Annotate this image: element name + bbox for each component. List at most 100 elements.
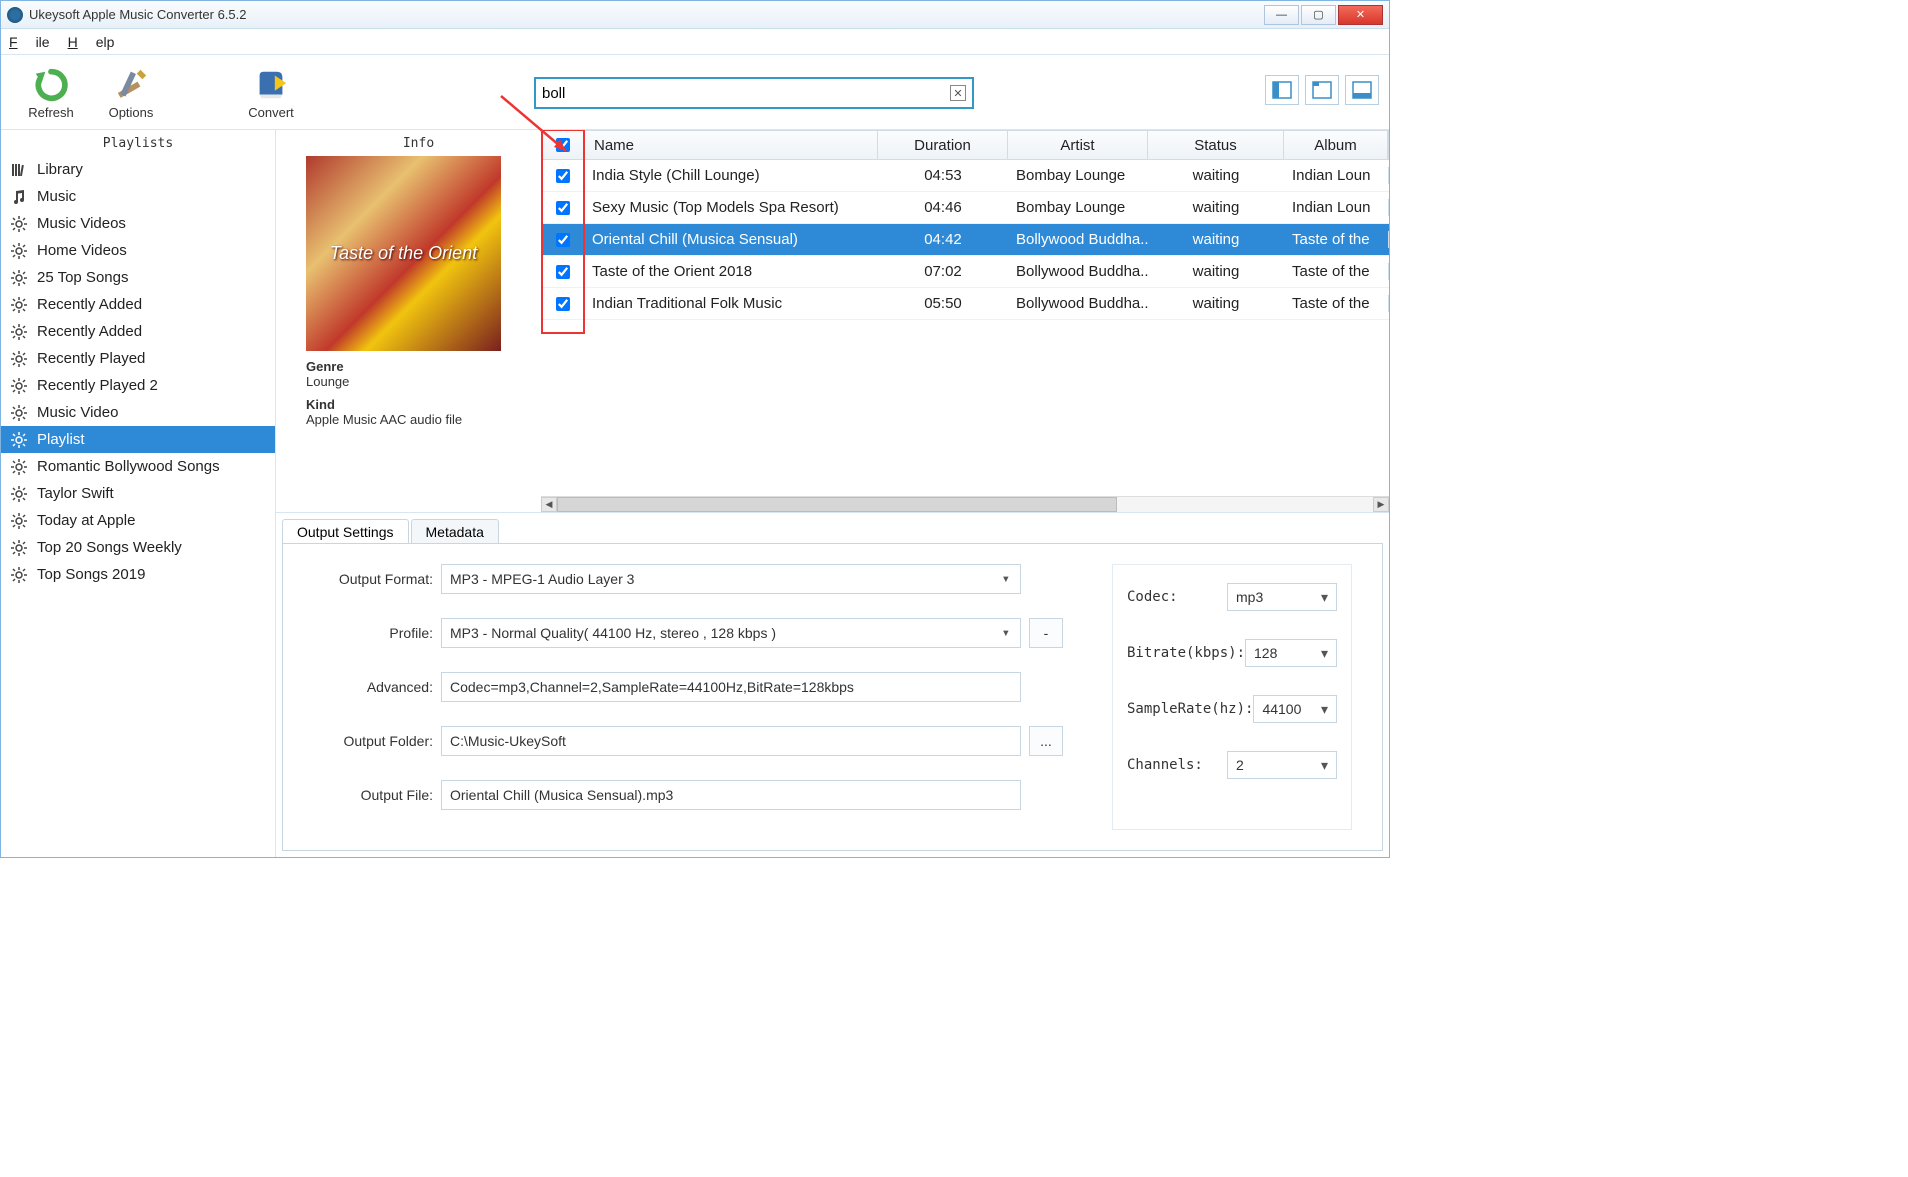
table-row[interactable]: Indian Traditional Folk Music05:50Bollyw…: [541, 288, 1389, 320]
gear-icon: [9, 349, 29, 369]
row-checkbox[interactable]: [542, 233, 584, 247]
convert-label: Convert: [248, 105, 294, 120]
sidebar-item-25-top-songs[interactable]: 25 Top Songs: [1, 264, 275, 291]
table-row[interactable]: Sexy Music (Top Models Spa Resort)04:46B…: [541, 192, 1389, 224]
sidebar-item-label: Recently Played 2: [37, 377, 158, 394]
menu-file[interactable]: File: [9, 34, 50, 50]
refresh-icon: [31, 65, 71, 105]
table-row[interactable]: Oriental Chill (Musica Sensual)04:42Boll…: [541, 224, 1389, 256]
sidebar-item-top-20-songs-weekly[interactable]: Top 20 Songs Weekly: [1, 534, 275, 561]
settings-panel: Output Settings Metadata Output Format: …: [276, 512, 1389, 857]
minimize-button[interactable]: —: [1264, 5, 1299, 25]
scroll-left-icon[interactable]: ◀: [541, 497, 557, 512]
output-format-select[interactable]: MP3 - MPEG-1 Audio Layer 3: [441, 564, 1021, 594]
scroll-thumb[interactable]: [557, 497, 1117, 512]
row-checkbox[interactable]: [542, 169, 584, 183]
sidebar-item-label: Today at Apple: [37, 512, 135, 529]
gear-icon: [9, 430, 29, 450]
header-album[interactable]: Album: [1284, 131, 1388, 159]
header-name[interactable]: Name: [584, 131, 878, 159]
sidebar-item-recently-added[interactable]: Recently Added: [1, 318, 275, 345]
tab-bar: Output Settings Metadata: [276, 513, 1389, 543]
output-file-input[interactable]: Oriental Chill (Musica Sensual).mp3: [441, 780, 1021, 810]
output-folder-input[interactable]: C:\Music-UkeySoft: [441, 726, 1021, 756]
clear-search-icon[interactable]: ✕: [950, 85, 966, 101]
gear-icon: [9, 457, 29, 477]
cell-status: waiting: [1148, 167, 1284, 184]
cell-artist: Bollywood Buddha...: [1008, 295, 1148, 312]
encoding-panel: Codec: mp3 Bitrate(kbps): 128 SampleRate…: [1112, 564, 1352, 830]
gear-icon: [9, 484, 29, 504]
album-art-title: Taste of the Orient: [330, 243, 477, 264]
browse-folder-button[interactable]: ...: [1029, 726, 1063, 756]
sidebar-item-music-videos[interactable]: Music Videos: [1, 210, 275, 237]
close-button[interactable]: ✕: [1338, 5, 1383, 25]
cell-duration: 04:53: [878, 167, 1008, 184]
info-panel: Info Taste of the Orient Genre Lounge Ki…: [276, 130, 541, 512]
sidebar-item-top-songs-2019[interactable]: Top Songs 2019: [1, 561, 275, 588]
search-input[interactable]: [542, 85, 950, 102]
header-checkbox[interactable]: [542, 131, 584, 159]
profile-select[interactable]: MP3 - Normal Quality( 44100 Hz, stereo ,…: [441, 618, 1021, 648]
gear-icon: [9, 538, 29, 558]
cell-album: Indian Loun: [1284, 167, 1389, 184]
channels-label: Channels:: [1127, 757, 1203, 773]
tab-metadata[interactable]: Metadata: [411, 519, 499, 543]
sidebar-item-label: Music: [37, 188, 76, 205]
horizontal-scrollbar[interactable]: ◀ ▶: [541, 496, 1389, 512]
search-box: ✕: [534, 77, 974, 109]
profile-remove-button[interactable]: -: [1029, 618, 1063, 648]
samplerate-select[interactable]: 44100: [1253, 695, 1337, 723]
output-file-label: Output File:: [313, 787, 433, 803]
sidebar-item-today-at-apple[interactable]: Today at Apple: [1, 507, 275, 534]
profile-label: Profile:: [313, 625, 433, 641]
cell-duration: 05:50: [878, 295, 1008, 312]
cell-name: Indian Traditional Folk Music: [584, 295, 878, 312]
tracks-body: India Style (Chill Lounge)04:53Bombay Lo…: [541, 160, 1389, 320]
cell-name: Taste of the Orient 2018: [584, 263, 878, 280]
tracks-header: Name Duration Artist Status Album: [541, 130, 1389, 160]
sidebar-item-music[interactable]: Music: [1, 183, 275, 210]
sidebar-item-recently-played-2[interactable]: Recently Played 2: [1, 372, 275, 399]
row-checkbox[interactable]: [542, 201, 584, 215]
row-checkbox[interactable]: [542, 265, 584, 279]
sidebar-item-label: Top 20 Songs Weekly: [37, 539, 182, 556]
tab-output-settings[interactable]: Output Settings: [282, 519, 409, 543]
cell-status: waiting: [1148, 199, 1284, 216]
convert-button[interactable]: Convert: [231, 57, 311, 127]
scroll-right-icon[interactable]: ▶: [1373, 497, 1389, 512]
header-status[interactable]: Status: [1148, 131, 1284, 159]
upper-panel: Info Taste of the Orient Genre Lounge Ki…: [276, 130, 1389, 512]
sidebar-item-label: Romantic Bollywood Songs: [37, 458, 220, 475]
output-folder-label: Output Folder:: [313, 733, 433, 749]
sidebar-item-romantic-bollywood-songs[interactable]: Romantic Bollywood Songs: [1, 453, 275, 480]
sidebar-item-recently-played[interactable]: Recently Played: [1, 345, 275, 372]
view-top-button[interactable]: [1305, 75, 1339, 105]
refresh-button[interactable]: Refresh: [11, 57, 91, 127]
refresh-label: Refresh: [28, 105, 74, 120]
header-artist[interactable]: Artist: [1008, 131, 1148, 159]
advanced-input[interactable]: Codec=mp3,Channel=2,SampleRate=44100Hz,B…: [441, 672, 1021, 702]
table-row[interactable]: Taste of the Orient 201807:02Bollywood B…: [541, 256, 1389, 288]
cell-status: waiting: [1148, 231, 1284, 248]
view-bottom-button[interactable]: [1345, 75, 1379, 105]
maximize-button[interactable]: ▢: [1301, 5, 1336, 25]
bitrate-select[interactable]: 128: [1245, 639, 1337, 667]
options-button[interactable]: Options: [91, 57, 171, 127]
main-panel: Info Taste of the Orient Genre Lounge Ki…: [276, 130, 1389, 857]
channels-select[interactable]: 2: [1227, 751, 1337, 779]
menu-help[interactable]: Help: [68, 34, 115, 50]
codec-select[interactable]: mp3: [1227, 583, 1337, 611]
sidebar-item-taylor-swift[interactable]: Taylor Swift: [1, 480, 275, 507]
table-row[interactable]: India Style (Chill Lounge)04:53Bombay Lo…: [541, 160, 1389, 192]
cell-duration: 04:42: [878, 231, 1008, 248]
header-duration[interactable]: Duration: [878, 131, 1008, 159]
sidebar-item-playlist[interactable]: Playlist: [1, 426, 275, 453]
sidebar-item-library[interactable]: Library: [1, 156, 275, 183]
sidebar-item-home-videos[interactable]: Home Videos: [1, 237, 275, 264]
sidebar-item-recently-added[interactable]: Recently Added: [1, 291, 275, 318]
row-checkbox[interactable]: [542, 297, 584, 311]
sidebar-item-music-video[interactable]: Music Video: [1, 399, 275, 426]
view-left-button[interactable]: [1265, 75, 1299, 105]
app-window: Ukeysoft Apple Music Converter 6.5.2 — ▢…: [0, 0, 1390, 858]
